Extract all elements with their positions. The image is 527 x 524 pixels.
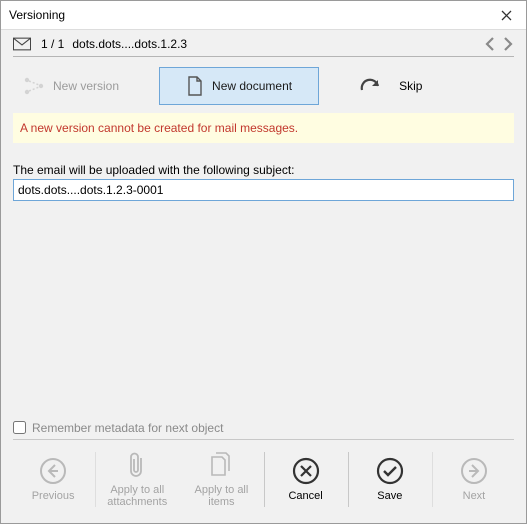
titlebar: Versioning — [1, 1, 526, 30]
new-version-icon — [23, 76, 45, 96]
skip-label: Skip — [399, 79, 422, 93]
new-document-button[interactable]: New document — [159, 67, 319, 105]
versioning-dialog: Versioning 1 / 1 dots.dots....dots.1.2.3 — [0, 0, 527, 524]
close-icon — [501, 10, 512, 21]
arrow-left-icon — [38, 456, 68, 486]
window-title: Versioning — [1, 8, 65, 22]
next-item-button[interactable] — [500, 36, 514, 52]
arrow-right-icon — [459, 456, 489, 486]
footer-toolbar: Previous Apply to allattachments Apply t… — [1, 440, 526, 523]
subject-label: The email will be uploaded with the foll… — [13, 163, 514, 177]
check-icon — [375, 456, 405, 486]
remember-label: Remember metadata for next object — [32, 421, 223, 435]
document-icon — [186, 76, 204, 96]
save-label: Save — [377, 490, 402, 503]
header-row: 1 / 1 dots.dots....dots.1.2.3 — [1, 30, 526, 56]
prev-item-button[interactable] — [484, 36, 498, 52]
remember-checkbox[interactable] — [13, 421, 26, 434]
apply-all-attachments-label: Apply to allattachments — [107, 484, 167, 509]
cancel-icon — [291, 456, 321, 486]
skip-icon — [359, 77, 383, 95]
item-counter: 1 / 1 — [41, 37, 64, 51]
apply-all-items-label: Apply to allitems — [195, 484, 249, 509]
next-label: Next — [463, 490, 486, 503]
cancel-button[interactable]: Cancel — [264, 446, 348, 513]
warning-banner: A new version cannot be created for mail… — [13, 113, 514, 143]
main-area: The email will be uploaded with the foll… — [1, 153, 526, 421]
save-button[interactable]: Save — [348, 446, 432, 513]
divider — [13, 56, 514, 57]
new-version-label: New version — [53, 79, 119, 93]
apply-all-attachments-button: Apply to allattachments — [95, 446, 179, 513]
paperclip-icon — [126, 451, 148, 479]
apply-all-items-button: Apply to allitems — [179, 446, 263, 513]
documents-icon — [208, 451, 234, 479]
previous-button: Previous — [11, 446, 95, 513]
remember-row: Remember metadata for next object — [13, 421, 514, 435]
mail-icon — [13, 37, 31, 51]
previous-label: Previous — [32, 490, 75, 503]
subject-input[interactable] — [13, 179, 514, 201]
close-button[interactable] — [486, 1, 526, 29]
item-nav — [484, 36, 514, 52]
skip-button[interactable]: Skip — [349, 71, 432, 101]
new-document-label: New document — [212, 79, 292, 93]
action-toolbar: New version New document Skip — [1, 63, 526, 113]
new-version-button: New version — [13, 70, 129, 102]
item-name: dots.dots....dots.1.2.3 — [72, 37, 187, 51]
next-button: Next — [432, 446, 516, 513]
cancel-label: Cancel — [288, 490, 322, 503]
